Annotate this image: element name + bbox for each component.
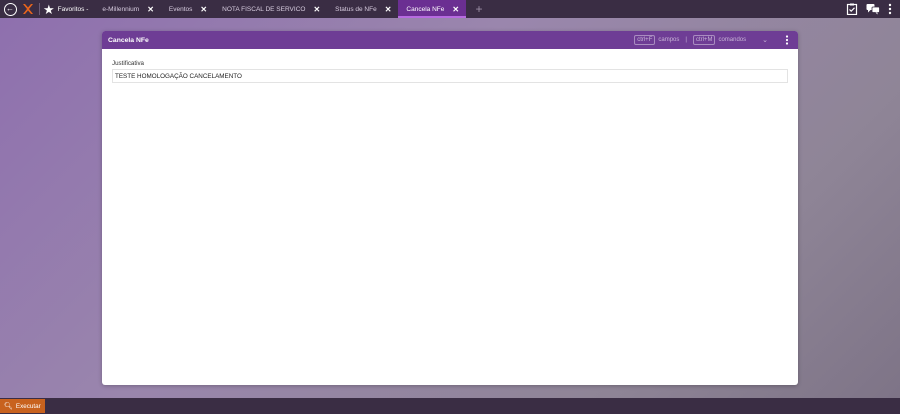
close-icon[interactable]: ✕ [147, 5, 154, 14]
execute-label: Executar [15, 402, 41, 410]
execute-button[interactable]: 🔍︎ Executar [0, 399, 45, 413]
separator [39, 3, 40, 15]
justificativa-input[interactable]: TESTE HOMOLOGAÇÃO CANCELAMENTO [112, 69, 788, 83]
tab-label: Status de NFe [335, 5, 377, 13]
shortcut-label-commands: comandos [718, 37, 747, 43]
tab-e-millennium[interactable]: e-Millennium ✕ [94, 0, 161, 18]
tab-cancela-nfe[interactable]: Cancela NFe ✕ [398, 0, 467, 18]
shortcut-key-commands: ctrl+M [692, 35, 716, 45]
hint-separator: | [685, 37, 687, 43]
add-tab-button[interactable]: + [468, 0, 490, 18]
tab-label: Eventos [168, 5, 193, 13]
more-vertical-icon[interactable] [886, 3, 894, 15]
shortcut-key-fields: ctrl+F [634, 35, 656, 45]
top-bar: ← ★ Favoritos - e-Millennium ✕ Eventos ✕… [0, 0, 900, 18]
card-menu-icon[interactable] [784, 34, 790, 46]
clipboard-check-icon[interactable] [846, 3, 858, 15]
close-icon[interactable]: ✕ [313, 5, 320, 14]
search-icon: 🔍︎ [4, 403, 13, 410]
tab-eventos[interactable]: Eventos ✕ [161, 0, 214, 18]
close-icon[interactable]: ✕ [200, 5, 207, 14]
favorites-menu[interactable]: ★ Favoritos - [43, 0, 94, 18]
card-title: Cancela NFe [108, 36, 149, 44]
favorites-label: Favoritos - [57, 5, 89, 13]
close-icon[interactable]: ✕ [385, 5, 392, 14]
justificativa-field-group: Justificativa TESTE HOMOLOGAÇÃO CANCELAM… [112, 60, 788, 83]
tab-label: NOTA FISCAL DE SERVICO [222, 5, 306, 13]
tab-status-de-nfe[interactable]: Status de NFe ✕ [327, 0, 398, 18]
topbar-actions [846, 0, 900, 18]
bottom-bar: 🔍︎ Executar [0, 398, 900, 414]
tab-label: e-Millennium [102, 5, 140, 13]
shortcut-label-fields: campos [658, 37, 680, 43]
back-arrow-icon: ← [3, 2, 17, 16]
back-button[interactable]: ← [2, 0, 18, 18]
tab-nota-fiscal-de-servico[interactable]: NOTA FISCAL DE SERVICO ✕ [214, 0, 327, 18]
tab-label: Cancela NFe [406, 5, 445, 13]
close-icon[interactable]: ✕ [452, 5, 459, 14]
form-card: Cancela NFe ctrl+F campos | ctrl+M coman… [102, 31, 798, 385]
chat-icon[interactable] [866, 3, 880, 15]
logo-icon [23, 4, 33, 14]
app-logo[interactable] [20, 0, 36, 18]
justificativa-label: Justificativa [112, 60, 144, 67]
chevron-down-icon[interactable]: ⌄ [762, 36, 768, 44]
keyboard-hints: ctrl+F campos | ctrl+M comandos ⌄ [634, 31, 768, 49]
star-icon: ★ [43, 1, 55, 17]
card-header: Cancela NFe ctrl+F campos | ctrl+M coman… [102, 31, 798, 49]
